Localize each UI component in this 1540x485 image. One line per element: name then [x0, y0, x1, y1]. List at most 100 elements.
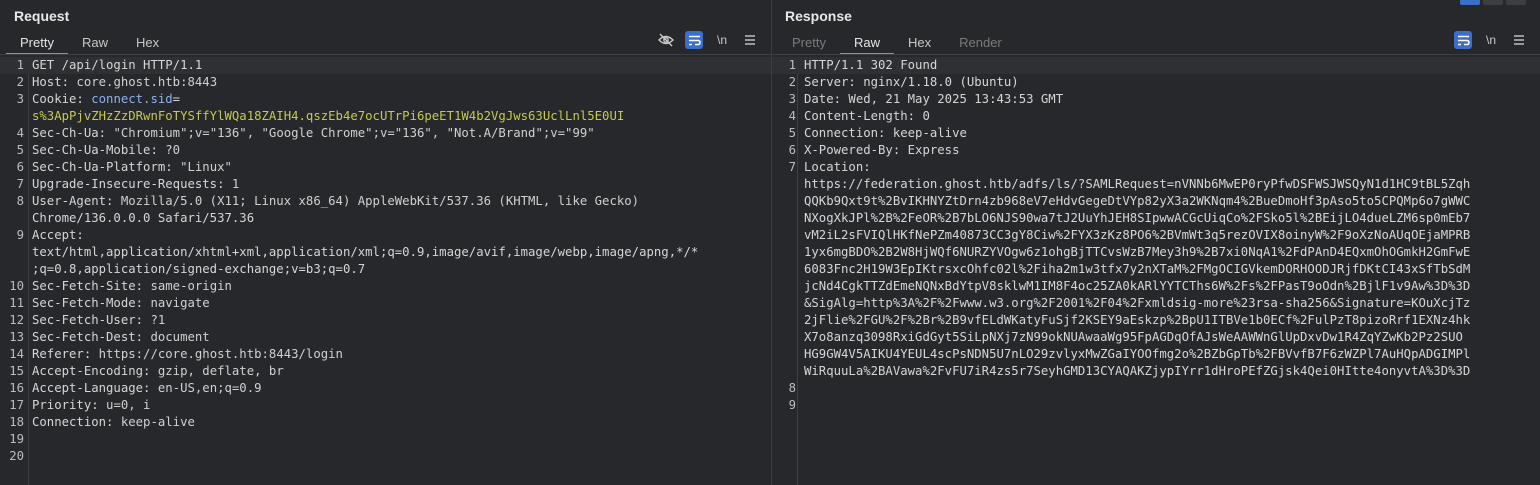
line-text: Sec-Fetch-Site: same-origin	[27, 278, 232, 295]
request-tab-hex[interactable]: Hex	[122, 33, 173, 53]
code-line: 7 Upgrade-Insecure-Requests: 1	[0, 176, 771, 193]
line-number	[772, 329, 799, 346]
request-editor[interactable]: 1 GET /api/login HTTP/1.1 2 Host: core.ghos…	[0, 57, 771, 485]
code-line: 11 Sec-Fetch-Mode: navigate	[0, 295, 771, 312]
code-line: 3 Date: Wed, 21 May 2025 13:43:53 GMT	[772, 91, 1540, 108]
wrap-lines-icon[interactable]	[1454, 31, 1472, 49]
line-number: 19	[9, 432, 24, 446]
response-tab-render[interactable]: Render	[945, 33, 1016, 53]
layout-split-button[interactable]	[1460, 0, 1480, 5]
header-value: keep-alive	[113, 415, 195, 429]
header-value: document	[143, 330, 210, 344]
header-name: Sec-Fetch-User:	[32, 313, 144, 327]
line-text: &SigAlg=http%3A%2F%2Fwww.w3.org%2F2001%2…	[804, 296, 1471, 310]
code-line: 19	[0, 431, 771, 448]
wrap-lines-icon[interactable]	[685, 31, 703, 49]
line-number: 5	[16, 143, 24, 157]
line-text: HG9GW4V5AIKU4YEUL4scPsNDN5U7nLO29zvlyxMw…	[804, 347, 1471, 361]
code-line: 5 Connection: keep-alive	[772, 125, 1540, 142]
line-number	[772, 363, 799, 380]
header-name: Referer:	[32, 347, 92, 361]
code-line: 3 Cookie: connect.sid=	[0, 91, 771, 108]
layout-buttons	[1460, 0, 1526, 5]
code-line: 4 Content-Length: 0	[772, 108, 1540, 125]
line-number: 5	[788, 126, 796, 140]
line-number: 4	[16, 126, 24, 140]
line-text: Connection: keep-alive	[27, 414, 195, 431]
line-text: Chrome/136.0.0.0 Safari/537.36	[32, 211, 255, 225]
code-line: 8 User-Agent: Mozilla/5.0 (X11; Linux x86…	[0, 193, 771, 210]
code-line: text/html,application/xhtml+xml,applicat…	[0, 244, 771, 261]
line-number: 6	[788, 143, 796, 157]
line-text	[27, 448, 32, 465]
header-value: core.ghost.htb:8443	[69, 75, 218, 89]
layout-horizontal-button[interactable]	[1483, 0, 1503, 5]
code-line: 2 Server: nginx/1.18.0 (Ubuntu)	[772, 74, 1540, 91]
menu-icon[interactable]	[741, 31, 759, 49]
line-text: jcNd4CgkTTZdEmeNQNxBdYtpV8sklwM1IM8F4oc2…	[804, 279, 1471, 293]
newline-toggle[interactable]: \n	[1482, 31, 1500, 49]
response-toolbar: \n	[1454, 31, 1528, 49]
line-text: Date: Wed, 21 May 2025 13:43:53 GMT	[804, 92, 1064, 106]
line-number	[772, 227, 799, 244]
request-tab-pretty[interactable]: Pretty	[6, 33, 68, 55]
header-name: Priority:	[32, 398, 99, 412]
header-value: https://core.ghost.htb:8443/login	[91, 347, 343, 361]
response-editor[interactable]: 1 HTTP/1.1 302 Found 2 Server: nginx/1.18.0…	[772, 57, 1540, 485]
header-name: User-Agent:	[32, 194, 114, 208]
code-line: https://federation.ghost.htb/adfs/ls/?SA…	[772, 176, 1540, 193]
line-text: text/html,application/xhtml+xml,applicat…	[32, 245, 699, 259]
line-text	[799, 380, 804, 397]
line-number: 15	[9, 364, 24, 378]
header-name: Host:	[32, 75, 70, 89]
line-number: 7	[16, 177, 24, 191]
header-name: Sec-Fetch-Site:	[32, 279, 144, 293]
header-name: Sec-Ch-Ua:	[32, 126, 107, 140]
request-pane: Request Pretty Raw Hex \n 1 GET /api/logi…	[0, 0, 772, 485]
line-text: Upgrade-Insecure-Requests: 1	[27, 176, 239, 193]
line-text: https://federation.ghost.htb/adfs/ls/?SA…	[804, 177, 1471, 191]
header-name: Upgrade-Insecure-Requests:	[32, 177, 225, 191]
code-line: 8	[772, 380, 1540, 397]
line-text	[27, 431, 32, 448]
line-number	[772, 193, 799, 210]
line-text: User-Agent: Mozilla/5.0 (X11; Linux x86_…	[27, 193, 639, 210]
response-pane: Response Pretty Raw Hex Render \n 1 HTTP/…	[772, 0, 1540, 485]
code-line: 6 Sec-Ch-Ua-Platform: "Linux"	[0, 159, 771, 176]
line-text: GET /api/login HTTP/1.1	[32, 58, 203, 72]
response-tab-hex[interactable]: Hex	[894, 33, 945, 53]
code-line: 4 Sec-Ch-Ua: "Chromium";v="136", "Google …	[0, 125, 771, 142]
code-line: vM2iL2sFVIQlHKfNePZm40873CC3gY8Ciw%2FYX3…	[772, 227, 1540, 244]
line-number: 7	[788, 160, 796, 174]
line-number: 9	[16, 228, 24, 242]
request-title: Request	[14, 8, 70, 24]
code-line: HG9GW4V5AIKU4YEUL4scPsNDN5U7nLO29zvlyxMw…	[772, 346, 1540, 363]
code-line: 13 Sec-Fetch-Dest: document	[0, 329, 771, 346]
menu-icon[interactable]	[1510, 31, 1528, 49]
code-line: 1yx6mgBDO%2B2W8HjWQf6NURZYVOgw6z1ohgBjTT…	[772, 244, 1540, 261]
code-line: 2 Host: core.ghost.htb:8443	[0, 74, 771, 91]
response-tabs: Pretty Raw Hex Render	[778, 33, 1016, 55]
line-text: ;q=0.8,application/signed-exchange;v=b3;…	[32, 262, 366, 276]
newline-toggle[interactable]: \n	[713, 31, 731, 49]
code-line: 1 HTTP/1.1 302 Found	[772, 57, 1540, 74]
hide-icon[interactable]	[657, 31, 675, 49]
code-line: 18 Connection: keep-alive	[0, 414, 771, 431]
line-number: 12	[9, 313, 24, 327]
code-line: 9 Accept:	[0, 227, 771, 244]
line-number: 11	[9, 296, 24, 310]
code-line: 15 Accept-Encoding: gzip, deflate, br	[0, 363, 771, 380]
header-value: 1	[224, 177, 240, 191]
line-text: Accept-Language: en-US,en;q=0.9	[27, 380, 262, 397]
code-line: 17 Priority: u=0, i	[0, 397, 771, 414]
line-text: Sec-Ch-Ua-Platform: "Linux"	[27, 159, 232, 176]
line-text: Sec-Fetch-Dest: document	[27, 329, 210, 346]
layout-tabs-button[interactable]	[1506, 0, 1526, 5]
request-tab-raw[interactable]: Raw	[68, 33, 122, 53]
header-value: u=0, i	[98, 398, 151, 412]
header-value: gzip, deflate, br	[150, 364, 284, 378]
response-tab-pretty[interactable]: Pretty	[778, 33, 840, 53]
header-name: Connection:	[32, 415, 114, 429]
request-lines: 1 GET /api/login HTTP/1.1 2 Host: core.ghos…	[0, 57, 771, 465]
response-tab-raw[interactable]: Raw	[839, 33, 894, 55]
